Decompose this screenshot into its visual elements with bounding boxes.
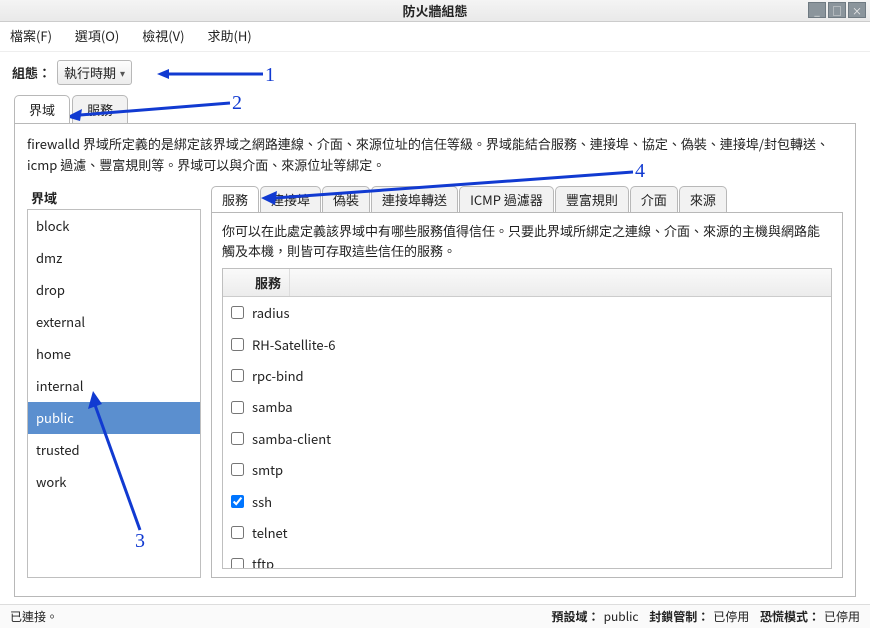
inner-tab-services[interactable]: 服務 xyxy=(211,186,259,212)
service-checkbox-samba-client[interactable] xyxy=(231,432,244,445)
service-label: samba-client xyxy=(252,427,331,450)
service-row: samba xyxy=(223,391,831,422)
menu-options[interactable]: 選項(O) xyxy=(75,26,119,45)
service-checkbox-tftp[interactable] xyxy=(231,558,244,569)
service-row: tftp xyxy=(223,548,831,568)
service-label: radius xyxy=(252,301,290,324)
menu-file[interactable]: 檔案(F) xyxy=(10,26,52,45)
service-label: samba xyxy=(252,395,293,418)
service-label: RH-Satellite-6 xyxy=(252,333,336,356)
window-buttons: _ □ × xyxy=(808,2,866,18)
service-row: telnet xyxy=(223,517,831,548)
status-panic-value: 已停用 xyxy=(824,608,860,625)
titlebar: 防火牆組態 _ □ × xyxy=(0,0,870,22)
menu-view[interactable]: 檢視(V) xyxy=(142,26,184,45)
zone-detail-column: 服務 連接埠 偽裝 連接埠轉送 ICMP 過濾器 豐富規則 介面 來源 你可以在… xyxy=(211,186,843,578)
inner-tab-content: 你可以在此處定義該界域中有哪些服務值得信任。只要此界域所綁定之連線、介面、來源的… xyxy=(211,212,843,578)
status-lockdown-label: 封鎖管制： xyxy=(649,608,709,625)
service-row: RH-Satellite-6 xyxy=(223,329,831,360)
zone-item-block[interactable]: block xyxy=(28,210,200,242)
chevron-down-icon: ▾ xyxy=(120,65,125,80)
status-connected: 已連接。 xyxy=(10,608,58,625)
service-checkbox-radius[interactable] xyxy=(231,306,244,319)
service-row: smtp xyxy=(223,454,831,485)
config-combo-value: 執行時期 xyxy=(64,63,116,82)
zone-item-external[interactable]: external xyxy=(28,306,200,338)
status-default-zone-label: 預設域： xyxy=(552,608,600,625)
service-row: rpc-bind xyxy=(223,360,831,391)
services-description: 你可以在此處定義該界域中有哪些服務值得信任。只要此界域所綁定之連線、介面、來源的… xyxy=(222,221,832,263)
service-row: ssh xyxy=(223,486,831,517)
status-lockdown-value: 已停用 xyxy=(713,608,749,625)
service-checkbox-RH-Satellite-6[interactable] xyxy=(231,338,244,351)
services-table-header: 服務 xyxy=(223,269,831,297)
window-title: 防火牆組態 xyxy=(402,1,467,20)
service-label: smtp xyxy=(252,458,283,481)
zone-item-drop[interactable]: drop xyxy=(28,274,200,306)
service-label: tftp xyxy=(252,552,274,568)
config-combo[interactable]: 執行時期 ▾ xyxy=(57,60,132,85)
close-button[interactable]: × xyxy=(848,2,866,18)
config-row: 組態： 執行時期 ▾ xyxy=(0,52,870,89)
zone-item-home[interactable]: home xyxy=(28,338,200,370)
tab-zones[interactable]: 界域 xyxy=(14,95,70,123)
service-checkbox-smtp[interactable] xyxy=(231,463,244,476)
status-panic-label: 恐慌模式： xyxy=(760,608,820,625)
service-checkbox-telnet[interactable] xyxy=(231,526,244,539)
minimize-button[interactable]: _ xyxy=(808,2,826,18)
menu-help[interactable]: 求助(H) xyxy=(207,26,251,45)
service-row: samba-client xyxy=(223,423,831,454)
service-row: radius xyxy=(223,297,831,328)
service-checkbox-samba[interactable] xyxy=(231,401,244,414)
services-table: 服務 radius RH-Satellite-6 rpc-bind samba samb… xyxy=(222,268,832,568)
service-label: ssh xyxy=(252,490,272,513)
maximize-button[interactable]: □ xyxy=(828,2,846,18)
service-checkbox-ssh[interactable] xyxy=(231,495,244,508)
zone-item-dmz[interactable]: dmz xyxy=(28,242,200,274)
menubar: 檔案(F) 選項(O) 檢視(V) 求助(H) xyxy=(0,22,870,52)
service-checkbox-rpc-bind[interactable] xyxy=(231,369,244,382)
config-label: 組態： xyxy=(12,63,51,82)
services-col-name: 服務 xyxy=(247,269,290,296)
services-col-check xyxy=(223,269,247,296)
zone-list-header: 界域 xyxy=(27,186,201,209)
service-label: telnet xyxy=(252,521,288,544)
status-default-zone-value: public xyxy=(604,608,639,625)
statusbar: 已連接。 預設域： public 封鎖管制： 已停用 恐慌模式： 已停用 xyxy=(0,604,870,628)
service-label: rpc-bind xyxy=(252,364,304,387)
inner-tab-sources[interactable]: 來源 xyxy=(679,186,727,212)
